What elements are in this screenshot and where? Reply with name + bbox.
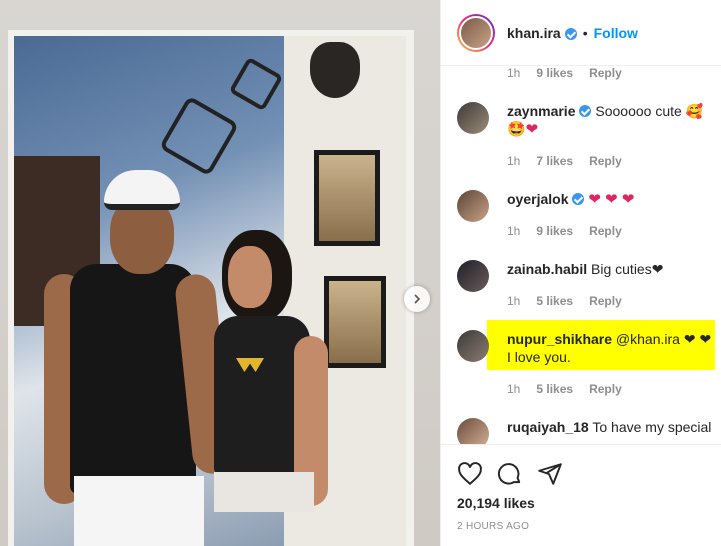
comment-time: 1h: [507, 382, 521, 396]
comment-username[interactable]: ruqaiyah_18: [507, 419, 589, 435]
author-username[interactable]: khan.ira: [507, 25, 561, 41]
chevron-right-icon: [414, 294, 421, 304]
likes-count[interactable]: 20,194 likes: [457, 495, 535, 511]
comment-text: Big cuties❤: [591, 261, 664, 277]
comment-time: 1h: [507, 224, 521, 238]
verified-badge-icon: [579, 105, 592, 117]
comment-text: ❤ ❤ ❤: [588, 191, 635, 208]
post-header: khan.ira • Follow: [441, 0, 721, 66]
comment-likes[interactable]: 5 likes: [536, 294, 573, 308]
share-button[interactable]: [537, 461, 563, 487]
reply-button[interactable]: Reply: [589, 294, 622, 308]
post-timestamp: 2 HOURS AGO: [457, 521, 530, 532]
wall-shelf: [228, 56, 284, 112]
paper-plane-icon: [538, 463, 562, 485]
comment-meta: 1h 7 likes Reply: [507, 154, 622, 168]
person-hat: [104, 170, 180, 210]
comment-time: 1h: [507, 154, 521, 168]
comment-time: 1h: [507, 66, 521, 80]
comment-meta: 1h 9 likes Reply: [507, 66, 622, 80]
comment-text: To have my special: [592, 419, 712, 435]
comment-body: oyerjalok ❤ ❤ ❤: [507, 190, 712, 209]
person-face: [228, 246, 272, 308]
post-photo[interactable]: [0, 0, 440, 546]
like-button[interactable]: [457, 461, 483, 487]
person-shorts: [214, 472, 314, 512]
wall-picture-frame: [324, 276, 386, 368]
heart-outline-icon: [458, 462, 482, 486]
comment-body: zaynmarie Soooooo cute 🥰 🤩❤: [507, 102, 712, 139]
avatar[interactable]: [457, 418, 489, 444]
post-actions: 20,194 likes 2 HOURS AGO: [441, 444, 721, 546]
comment-username[interactable]: zainab.habil: [507, 261, 587, 277]
comment-button[interactable]: [497, 461, 523, 487]
reply-button[interactable]: Reply: [589, 382, 622, 396]
comment-text: @khan.ira ❤ ❤: [615, 331, 712, 347]
avatar[interactable]: [457, 260, 489, 292]
next-photo-button[interactable]: [404, 286, 430, 312]
reply-button[interactable]: Reply: [589, 66, 622, 80]
comment-text: Soooooo cute 🥰: [595, 103, 704, 119]
verified-badge-icon: [572, 193, 585, 205]
verified-badge-icon: [564, 27, 577, 40]
comment-likes[interactable]: 5 likes: [536, 382, 573, 396]
comment-text: 🤩❤: [507, 121, 539, 138]
photo-scene: [14, 36, 406, 546]
comments-list[interactable]: 1h 9 likes Reply zaynmarie Soooooo cute …: [441, 66, 721, 444]
comment-meta: 1h 5 likes Reply: [507, 294, 622, 308]
separator: •: [582, 24, 588, 41]
reply-button[interactable]: Reply: [589, 224, 622, 238]
comment-body: nupur_shikhare @khan.ira ❤ ❤ I love you.: [507, 330, 712, 366]
post-sidebar: khan.ira • Follow 1h 9 likes Reply zaynm…: [440, 0, 721, 546]
avatar[interactable]: [457, 102, 489, 134]
comment-likes[interactable]: 9 likes: [536, 66, 573, 80]
wall-picture-frame: [314, 150, 380, 246]
follow-button[interactable]: Follow: [594, 25, 638, 41]
comment-likes[interactable]: 7 likes: [536, 154, 573, 168]
reply-button[interactable]: Reply: [589, 154, 622, 168]
wall-mask: [310, 42, 360, 98]
comment-icon: [497, 463, 521, 485]
avatar[interactable]: [457, 330, 489, 362]
wall-shelf: [158, 95, 240, 177]
comment-body: zainab.habil Big cuties❤: [507, 260, 712, 278]
author-avatar[interactable]: [457, 13, 495, 52]
comment-meta: 1h 9 likes Reply: [507, 224, 622, 238]
comment-username[interactable]: oyerjalok: [507, 191, 568, 207]
comment-username[interactable]: zaynmarie: [507, 103, 575, 119]
comment-username[interactable]: nupur_shikhare: [507, 331, 612, 347]
person-shorts: [74, 476, 204, 546]
avatar[interactable]: [457, 190, 489, 222]
comment-likes[interactable]: 9 likes: [536, 224, 573, 238]
comment-time: 1h: [507, 294, 521, 308]
comment-text: I love you.: [507, 349, 571, 365]
comment-body: ruqaiyah_18 To have my special: [507, 418, 712, 436]
comment-meta: 1h 5 likes Reply: [507, 382, 622, 396]
